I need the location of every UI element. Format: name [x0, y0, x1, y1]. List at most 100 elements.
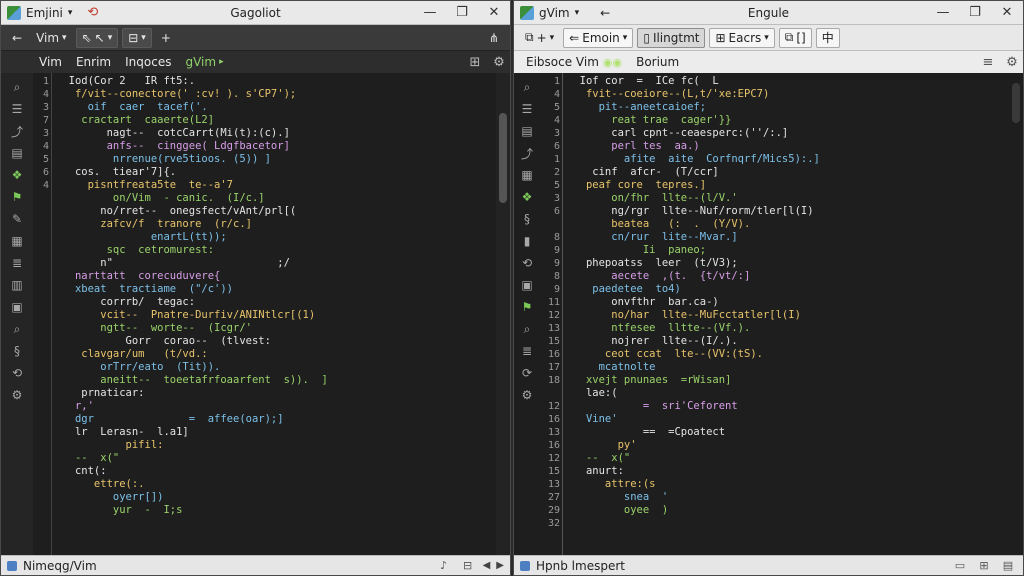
code-line[interactable]: paedetee to4) [567, 283, 1009, 296]
code-line[interactable]: Gorr corao-- (tlvest: [56, 335, 496, 348]
code-line[interactable]: Ii paneo; [567, 244, 1009, 257]
eacrs-button[interactable]: ⊞ Eacrs ▾ [709, 27, 775, 48]
code-line[interactable]: sqc cetromurest: [56, 244, 496, 257]
code-line[interactable]: ntfesee lltte--(Vf.). [567, 322, 1009, 335]
terminal-icon[interactable]: ▣ [7, 297, 27, 317]
code-line[interactable]: -- x(" [567, 452, 1009, 465]
code-line[interactable]: xvejt pnunaes =rWisan] [567, 374, 1009, 387]
code-line[interactable]: n" ;/ [56, 257, 496, 270]
code-line[interactable]: no/rret-- onegsfect/vAnt/prl[( [56, 205, 496, 218]
maximize-button[interactable]: ❐ [446, 1, 478, 25]
scrollbar-thumb[interactable] [499, 113, 507, 203]
back-arrow-icon[interactable]: ← [600, 6, 610, 20]
code-line[interactable]: cos. tiear'7]{. [56, 166, 496, 179]
tab-eibsoce-vim[interactable]: Eibsoce Vim ◉◉ [520, 53, 628, 71]
find-icon[interactable]: ⌕ [517, 319, 537, 339]
code-line[interactable]: Vine' [567, 413, 1009, 426]
settings-icon[interactable]: ⚙ [517, 385, 537, 405]
code-line[interactable]: snea ' [567, 491, 1009, 504]
layout-tools-group[interactable]: ⊟ ▾ [122, 27, 152, 48]
mode-select[interactable]: Vim ▾ [31, 28, 72, 48]
emoin-button[interactable]: ⇐ Emoin ▾ [563, 27, 634, 48]
find-icon[interactable]: ⌕ [7, 319, 27, 339]
code-line[interactable]: afite aite Corfnqrf/Mics5):.] [567, 153, 1009, 166]
terminal-icon[interactable]: ▣ [517, 275, 537, 295]
code-line[interactable]: lr Lerasn- l.a1] [56, 426, 496, 439]
code-line[interactable]: ng/rgr llte--Nuf/rorm/tler[l(I) [567, 205, 1009, 218]
code-line[interactable]: pit--aneetcaioef; [567, 101, 1009, 114]
number-icon[interactable]: § [7, 341, 27, 361]
search-icon[interactable]: ⌕ [517, 77, 537, 97]
search-icon[interactable]: ⌕ [7, 77, 27, 97]
code-line[interactable]: cn/rur lite--Mvar.] [567, 231, 1009, 244]
minimize-button[interactable]: — [927, 1, 959, 25]
code-line[interactable]: lae:( [567, 387, 1009, 400]
code-line[interactable]: xbeat tractiame ("/c')) [56, 283, 496, 296]
add-button[interactable]: + [156, 28, 176, 48]
debug-icon[interactable]: ⚑ [7, 187, 27, 207]
code-line[interactable]: pisntfreata5te te--a'7 [56, 179, 496, 192]
code-line[interactable]: Iof cor = ICe fc( L [567, 75, 1009, 88]
list-icon[interactable]: ☰ [517, 99, 537, 119]
code-line[interactable]: yur - I;s [56, 504, 496, 517]
code-line[interactable]: no/har llte--MuFcctatler[l(I) [567, 309, 1009, 322]
bookmark-icon[interactable]: ▮ [517, 231, 537, 251]
new-file-button[interactable]: ⧉ + ▾ [520, 28, 559, 48]
left-code-area[interactable]: Iod(Cor 2 IR ft5:. f/vit--conectore(' :c… [51, 73, 496, 555]
code-line[interactable]: nagt-- cotcCarrt(Mi(t):(c).] [56, 127, 496, 140]
gear-icon[interactable]: ⚙ [488, 52, 510, 72]
code-line[interactable]: ceot ccat lte--(VV:(tS). [567, 348, 1009, 361]
right-app-menu[interactable]: gVim ▾ ← [514, 5, 610, 20]
layers-icon[interactable]: ▥ [7, 275, 27, 295]
cursor-tools-group[interactable]: ⇖ ↖ ▾ [75, 27, 119, 48]
code-line[interactable]: oyee ) [567, 504, 1009, 517]
code-line[interactable]: oif caer tacef('. [56, 101, 496, 114]
tab-enrim[interactable]: Enrim [70, 53, 117, 71]
panel-icon[interactable]: ▤ [999, 559, 1017, 572]
code-line[interactable]: onvfthr bar.ca-) [567, 296, 1009, 309]
code-line[interactable]: -- x(" [56, 452, 496, 465]
code-line[interactable]: prnaticar: [56, 387, 496, 400]
left-app-menu[interactable]: Emjini ▾ ⟲ [1, 5, 98, 20]
docs-icon[interactable]: ≣ [7, 253, 27, 273]
gear-icon[interactable]: ⚙ [1001, 52, 1023, 72]
code-line[interactable]: ettre(:. [56, 478, 496, 491]
code-line[interactable]: ngtt-- worte-- (Icgr/' [56, 322, 496, 335]
code-line[interactable]: aecete ,(t. {t/vt/:] [567, 270, 1009, 283]
branch-icon[interactable]: ⤴ [517, 143, 537, 163]
fold-icon[interactable]: ⊟ [459, 559, 477, 572]
code-line[interactable]: = sri'Ceforent [567, 400, 1009, 413]
table-icon[interactable]: ▦ [7, 231, 27, 251]
cjk-button[interactable]: 中 [815, 27, 840, 48]
right-code-area[interactable]: Iof cor = ICe fc( L fvit--coeiore--(L,t/… [562, 73, 1009, 555]
tab-vim[interactable]: Vim [33, 53, 68, 71]
code-line[interactable]: carl cpnt--ceaesperc:(''/:.] [567, 127, 1009, 140]
code-line[interactable]: clavgar/um (t/vd.: [56, 348, 496, 361]
code-line[interactable]: cinf afcr- (T/ccr] [567, 166, 1009, 179]
sync-icon[interactable]: ⟲ [7, 363, 27, 383]
lingtmt-button[interactable]: ▯ Ilingtmt [637, 27, 706, 48]
code-line[interactable]: reat trae cager'}} [567, 114, 1009, 127]
git-branch-button[interactable]: ⋔ [484, 28, 504, 48]
code-line[interactable]: attre:(s [567, 478, 1009, 491]
code-line[interactable]: aneitt-- toeetafrfoaarfent s)). ] [56, 374, 496, 387]
right-scrollbar[interactable] [1009, 73, 1023, 555]
code-line[interactable]: fvit--coeiore--(L,t/'xe:EPC7) [567, 88, 1009, 101]
extension-icon[interactable]: ❖ [517, 187, 537, 207]
tab-inqoces[interactable]: Inqoces [119, 53, 177, 71]
code-line[interactable]: on/fhr llte--(l/V.' [567, 192, 1009, 205]
code-line[interactable]: oyerr[]) [56, 491, 496, 504]
code-line[interactable]: nrrenue(rve5tioos. (5)) ] [56, 153, 496, 166]
debug-icon[interactable]: ⚑ [517, 297, 537, 317]
menu-icon[interactable]: ≡ [977, 52, 999, 72]
tab-borium[interactable]: Borium [630, 53, 685, 71]
code-line[interactable]: narttatt corecuduvere{ [56, 270, 496, 283]
code-line[interactable]: on/Vim - canic. (I/c.] [56, 192, 496, 205]
file-icon[interactable]: ▤ [7, 143, 27, 163]
scroll-left-icon[interactable]: ◀ [483, 560, 491, 571]
code-line[interactable]: py' [567, 439, 1009, 452]
code-line[interactable]: orTrr/eato (Tit)). [56, 361, 496, 374]
code-line[interactable]: dgr = affee(oar);] [56, 413, 496, 426]
sync-icon[interactable]: ⟲ [517, 253, 537, 273]
list-icon[interactable]: ☰ [7, 99, 27, 119]
